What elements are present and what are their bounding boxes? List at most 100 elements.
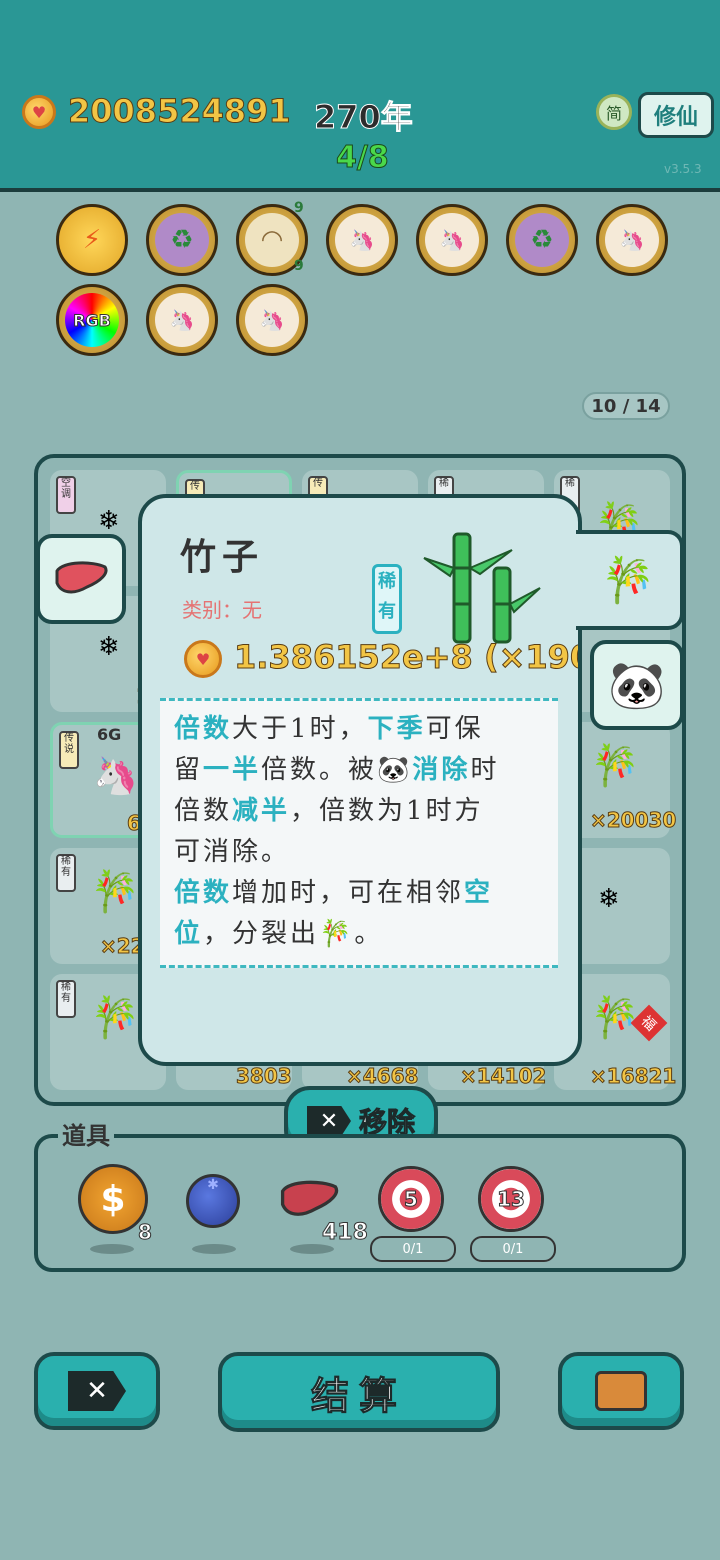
recycle-icon: ♻: [515, 213, 569, 267]
relic-count-label: 10 / 14: [591, 395, 661, 417]
backpack-button[interactable]: [558, 1352, 684, 1430]
lightning-relic[interactable]: ⚡: [56, 204, 128, 276]
target-number: 13: [497, 1187, 526, 1212]
desc-line: 倍数减半，倍数为1时方: [174, 791, 544, 832]
unicorn-icon: 🦄: [425, 213, 479, 267]
tool-shadow: [192, 1244, 236, 1254]
cell-multiplier: ×14102: [459, 1064, 547, 1089]
relic-counter: 10 / 14: [582, 392, 670, 420]
desc-text: 增加时，可在相邻: [232, 878, 465, 908]
settle-button[interactable]: 结算: [218, 1352, 500, 1432]
shell-icon: ◠: [245, 213, 299, 267]
coin-total: 2008524891: [68, 92, 292, 131]
bamboo-icon: [422, 528, 542, 648]
unicorn-relic[interactable]: 🦄: [146, 284, 218, 356]
desc-line: 留一半倍数。被🐼消除时: [174, 750, 544, 791]
desc-text: 时: [470, 755, 500, 785]
item-category: 类别：无: [182, 598, 262, 622]
blueberry-tool[interactable]: ✱: [186, 1174, 240, 1228]
rgb-icon: RGB: [65, 293, 119, 347]
unicorn-relic[interactable]: 🦄: [326, 204, 398, 276]
desc-keyword: 倍数: [174, 714, 233, 744]
tool-shadow: [90, 1244, 134, 1254]
language-toggle[interactable]: 简: [596, 94, 632, 130]
desc-text: 1时，: [290, 714, 368, 744]
liver-side-tab[interactable]: [36, 534, 126, 624]
bamboo-icon: 🎋: [590, 995, 640, 1041]
liver-icon: [280, 1180, 339, 1216]
tag-rare: 稀有: [56, 854, 76, 892]
desc-keyword: 空: [464, 878, 494, 908]
liver-icon: [55, 561, 108, 594]
unicorn-relic[interactable]: 🦄: [416, 204, 488, 276]
rarity-badge: 稀有: [372, 564, 402, 634]
desc-text: 倍数。被: [261, 755, 378, 785]
liver-tool[interactable]: [278, 1178, 340, 1226]
item-title: 竹子: [180, 536, 265, 578]
target-counter: 0/1: [370, 1236, 456, 1262]
tag-legend: 传说: [59, 731, 79, 769]
close-icon: ✕: [68, 1371, 126, 1411]
mode-label: 修仙: [653, 105, 698, 130]
unicorn-relic[interactable]: 🦄: [596, 204, 668, 276]
rgb-relic[interactable]: RGB: [56, 284, 128, 356]
recycle-relic[interactable]: ♻: [506, 204, 578, 276]
settle-label: 结算: [310, 1373, 407, 1418]
coin-icon: ♥: [184, 640, 222, 678]
unicorn-relic[interactable]: 🦄: [236, 284, 308, 356]
unicorn-icon: 🦄: [335, 213, 389, 267]
tools-title: 道具: [58, 1116, 114, 1151]
bamboo-icon: 🎋: [90, 869, 140, 915]
target-counter: 0/1: [470, 1236, 556, 1262]
cell-multiplier: 3803: [236, 1064, 293, 1089]
fan-icon: ❄: [98, 632, 120, 662]
liver-count: 418: [322, 1220, 369, 1246]
desc-text: ，倍数为1时方: [290, 796, 484, 826]
cell-multiplier: ×4668: [345, 1064, 419, 1089]
top-bar: ♥ 2008524891 270年 4/8 简 修仙 v3.5.3: [0, 0, 720, 192]
rarity-label: 稀有: [378, 571, 396, 622]
recycle-relic[interactable]: ♻: [146, 204, 218, 276]
year-label: 270年: [314, 98, 414, 137]
desc-keyword: 一半: [203, 755, 262, 785]
unicorn-icon: 🦄: [155, 293, 209, 347]
cell-multiplier: ×16821: [589, 1064, 677, 1089]
panda-icon: 🐼: [608, 657, 666, 712]
panda-icon: 🐼: [377, 755, 413, 785]
lightning-icon: ⚡: [82, 225, 102, 255]
item-value: 1.386152e+8 (×19093: [234, 638, 578, 676]
round-progress: 4/8: [336, 140, 390, 176]
desc-text: 。: [354, 919, 384, 949]
fan-icon: ❄: [598, 884, 620, 914]
desc-text: 可保: [425, 714, 484, 744]
desc-keyword: 位: [174, 919, 204, 949]
dollar-icon: $: [100, 1178, 126, 1220]
desc-line: 位，分裂出🎋。: [174, 914, 544, 955]
panda-side-tab[interactable]: 🐼: [590, 640, 684, 730]
tool-shadow: [290, 1244, 334, 1254]
target-tool-13[interactable]: 13: [478, 1166, 544, 1232]
desc-keyword: 减半: [232, 796, 291, 826]
cell-6g-label: 6G: [97, 725, 122, 744]
version-label: v3.5.3: [664, 162, 702, 176]
tools-panel: 道具 $ 8 ✱ 418 5 0/1 13 0/1: [34, 1116, 686, 1272]
blueberry-icon: ✱: [207, 1177, 219, 1193]
unicorn-icon: 🦄: [605, 213, 659, 267]
bamboo-icon: 🎋: [590, 743, 640, 789]
dollar-coin-count: 8: [138, 1220, 153, 1245]
desc-text: ，分裂出: [203, 919, 320, 949]
tag-rare: 稀有: [56, 980, 76, 1018]
target-tool-5[interactable]: 5: [378, 1166, 444, 1232]
close-button[interactable]: ✕: [34, 1352, 160, 1430]
desc-line: 可消除。: [174, 837, 291, 867]
desc-keyword: 倍数: [174, 878, 233, 908]
desc-text: 留: [174, 755, 204, 785]
shell-count-top: 9: [294, 200, 304, 216]
bamboo-side-tab[interactable]: 🎋: [576, 530, 684, 630]
desc-text: 倍数: [174, 796, 233, 826]
remove-icon: ✕: [306, 1106, 351, 1136]
shell-count-bottom: 9: [294, 258, 304, 274]
fan-icon: ❄: [98, 506, 120, 536]
item-description: 倍数大于1时，下季可保 留一半倍数。被🐼消除时 倍数减半，倍数为1时方 可消除。…: [160, 698, 558, 968]
mode-button[interactable]: 修仙: [638, 92, 714, 138]
